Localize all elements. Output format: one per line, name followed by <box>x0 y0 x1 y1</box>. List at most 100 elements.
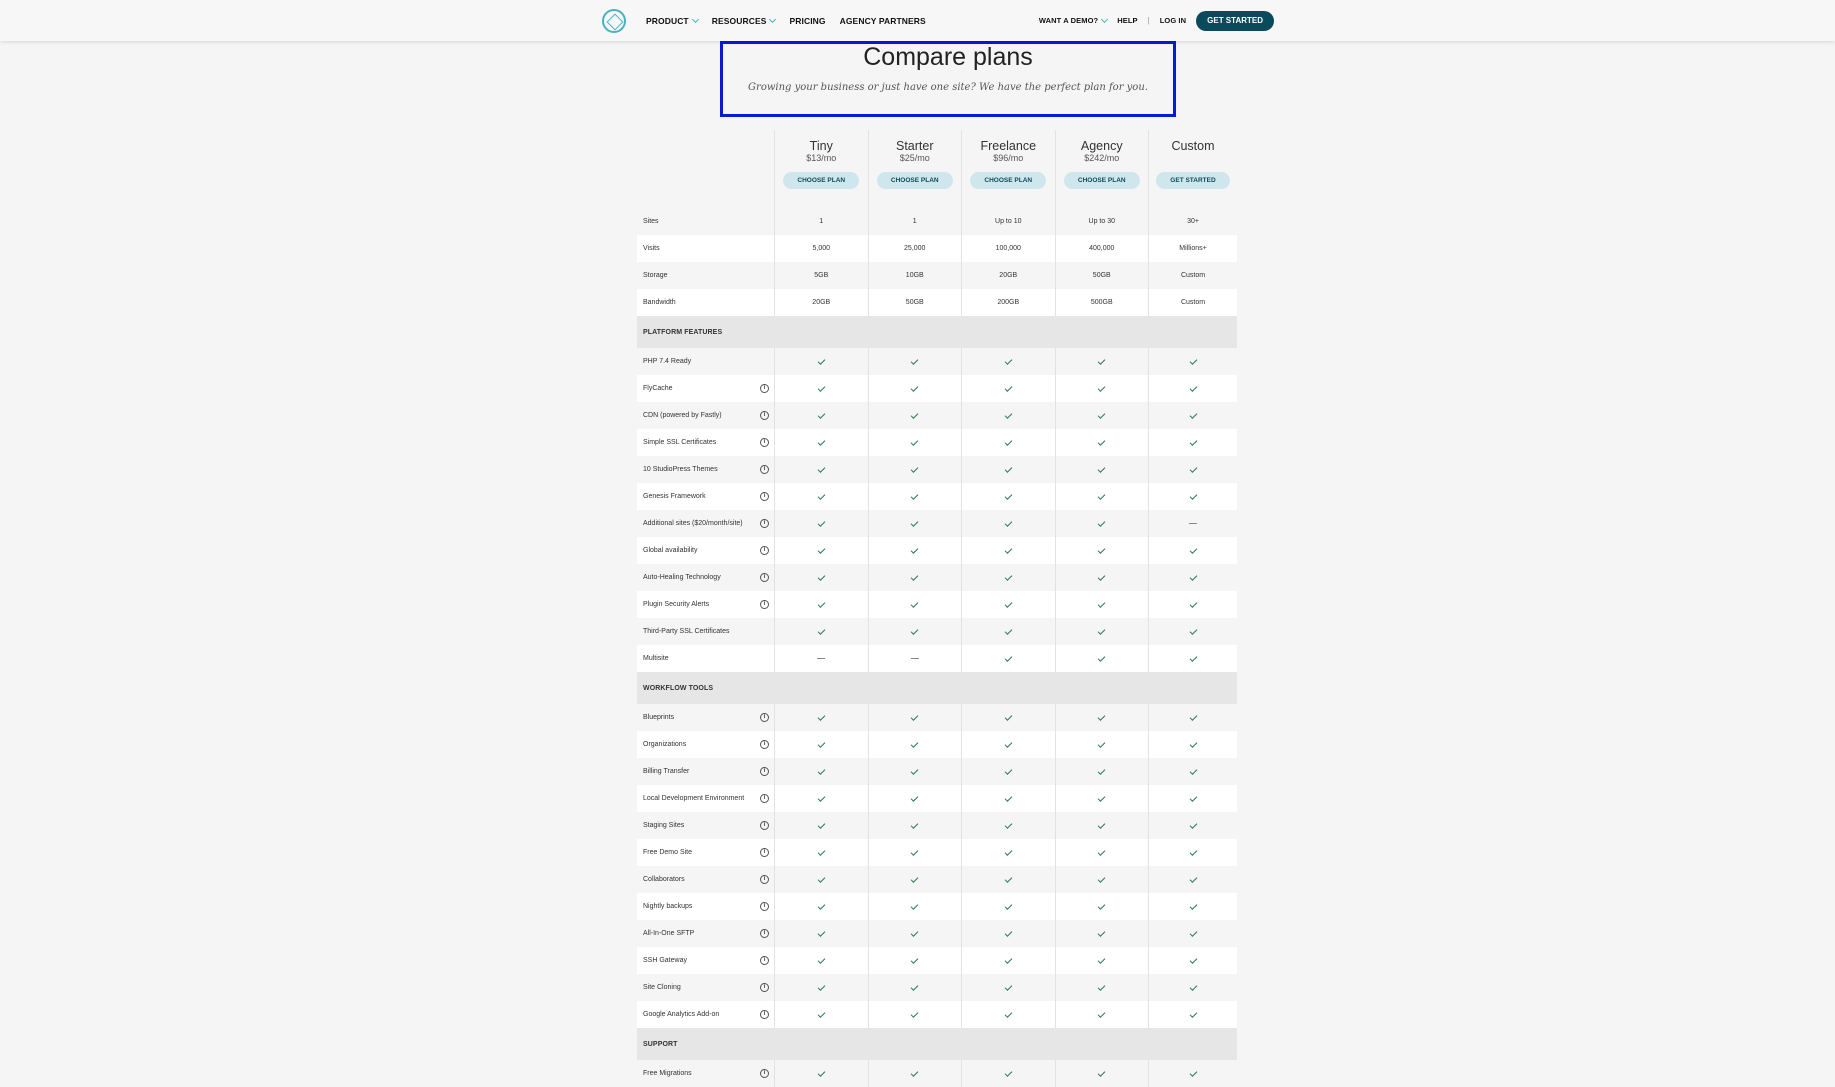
section-header: PLATFORM FEATURES <box>637 316 1237 348</box>
info-icon[interactable]: i <box>760 983 769 992</box>
info-icon[interactable]: i <box>760 1010 769 1019</box>
feature-cell <box>774 591 868 618</box>
info-icon[interactable]: i <box>760 875 769 884</box>
limit-cell: 20GB <box>774 289 868 316</box>
row-label: Auto-Healing Technology <box>643 574 721 581</box>
plan-price: $13/mo <box>806 153 837 163</box>
info-icon[interactable]: i <box>760 767 769 776</box>
checkmark-icon <box>1189 766 1197 775</box>
feature-cell <box>774 758 868 785</box>
nav-pricing[interactable]: PRICING <box>789 16 825 26</box>
feature-cell <box>867 839 962 866</box>
info-icon[interactable]: i <box>760 821 769 830</box>
info-icon[interactable]: i <box>760 546 769 555</box>
nav-agency-partners[interactable]: AGENCY PARTNERS <box>840 16 926 26</box>
row-label: Third-Party SSL Certificates <box>643 628 730 635</box>
feature-cell <box>774 510 868 537</box>
checkmark-icon <box>910 410 919 419</box>
row-label-wrap: Genesis Framework i <box>637 483 774 510</box>
row-label: Plugin Security Alerts <box>643 601 710 608</box>
info-icon[interactable]: i <box>760 956 769 965</box>
row-label-wrap: Billing Transfer i <box>637 758 774 785</box>
table-row: FlyCache i <box>637 375 1237 402</box>
checkmark-icon <box>1189 383 1197 392</box>
nav-resources[interactable]: RESOURCES <box>712 15 777 26</box>
nav-help[interactable]: HELP <box>1117 16 1137 25</box>
table-row: Local Development Environment i <box>637 785 1237 812</box>
feature-cell <box>1148 947 1237 974</box>
feature-cell <box>1148 402 1237 429</box>
feature-cell <box>961 920 1055 947</box>
info-icon[interactable]: i <box>760 929 769 938</box>
feature-cell <box>961 537 1055 564</box>
checkmark-icon <box>1004 928 1013 937</box>
logo-icon[interactable] <box>602 8 626 33</box>
feature-cell <box>961 974 1055 1001</box>
table-row: Organizations i <box>637 731 1237 758</box>
checkmark-icon <box>1004 491 1013 500</box>
checkmark-icon <box>817 712 826 721</box>
plan-name: Custom <box>1171 139 1215 153</box>
feature-cell <box>774 537 868 564</box>
feature-cell <box>961 758 1055 785</box>
info-icon[interactable]: i <box>760 519 769 528</box>
get-started-button[interactable]: GET STARTED <box>1196 10 1274 31</box>
checkmark-icon <box>817 739 826 748</box>
limit-cell: 25,000 <box>867 235 962 262</box>
nav-want-demo[interactable]: WANT A DEMO? <box>1038 15 1109 25</box>
checkmark-icon <box>1004 982 1013 991</box>
checkmark-icon <box>1004 464 1013 473</box>
row-label: Sites <box>643 218 659 225</box>
info-icon[interactable]: i <box>760 411 769 420</box>
choose-plan-button[interactable]: CHOOSE PLAN <box>876 172 953 189</box>
feature-cell <box>1054 947 1149 974</box>
get-started-plan-button[interactable]: GET STARTED <box>1156 172 1230 189</box>
feature-cell <box>774 704 868 731</box>
feature-cell <box>774 731 868 758</box>
checkmark-icon <box>1097 739 1106 748</box>
checkmark-icon <box>1004 518 1013 527</box>
info-icon[interactable]: i <box>760 794 769 803</box>
table-row: SSH Gateway i <box>637 947 1237 974</box>
limit-cell: 1 <box>867 208 962 235</box>
checkmark-icon <box>817 518 826 527</box>
feature-cell <box>1148 758 1237 785</box>
nav-product[interactable]: PRODUCT <box>646 15 699 26</box>
info-icon[interactable]: i <box>760 573 769 582</box>
limit-cell: Custom <box>1148 262 1237 289</box>
info-icon[interactable]: i <box>760 713 769 722</box>
row-label: Storage <box>643 272 668 279</box>
feature-cell <box>774 866 868 893</box>
limit-cell: Custom <box>1148 289 1237 316</box>
checkmark-icon <box>1004 1068 1013 1077</box>
info-icon[interactable]: i <box>760 600 769 609</box>
checkmark-icon <box>1189 739 1197 748</box>
choose-plan-button[interactable]: CHOOSE PLAN <box>1063 172 1140 189</box>
info-icon[interactable]: i <box>760 384 769 393</box>
info-icon[interactable]: i <box>760 465 769 474</box>
info-icon[interactable]: i <box>760 740 769 749</box>
info-icon[interactable]: i <box>760 902 769 911</box>
info-icon[interactable]: i <box>760 1069 769 1078</box>
checkmark-icon <box>1097 1068 1106 1077</box>
choose-plan-button[interactable]: CHOOSE PLAN <box>970 172 1047 189</box>
row-label: SSH Gateway <box>643 957 687 964</box>
feature-cell <box>1148 564 1237 591</box>
info-icon[interactable]: i <box>760 848 769 857</box>
limit-cell: Up to 30 <box>1054 208 1149 235</box>
checkmark-icon <box>1189 928 1197 937</box>
checkmark-icon <box>817 901 826 910</box>
choose-plan-button[interactable]: CHOOSE PLAN <box>783 172 860 189</box>
checkmark-icon <box>1097 793 1106 802</box>
info-icon[interactable]: i <box>760 492 769 501</box>
nav-login[interactable]: LOG IN <box>1160 16 1186 25</box>
row-label-wrap: All-In-One SFTP i <box>637 920 774 947</box>
row-label-wrap: CDN (powered by Fastly) i <box>637 402 774 429</box>
checkmark-icon <box>1004 901 1013 910</box>
checkmark-icon <box>1097 847 1106 856</box>
row-label: Staging Sites <box>643 822 685 829</box>
nav-want-demo-label: WANT A DEMO? <box>1038 16 1099 25</box>
info-icon[interactable]: i <box>760 438 769 447</box>
feature-cell <box>1148 591 1237 618</box>
feature-cell <box>961 645 1055 672</box>
